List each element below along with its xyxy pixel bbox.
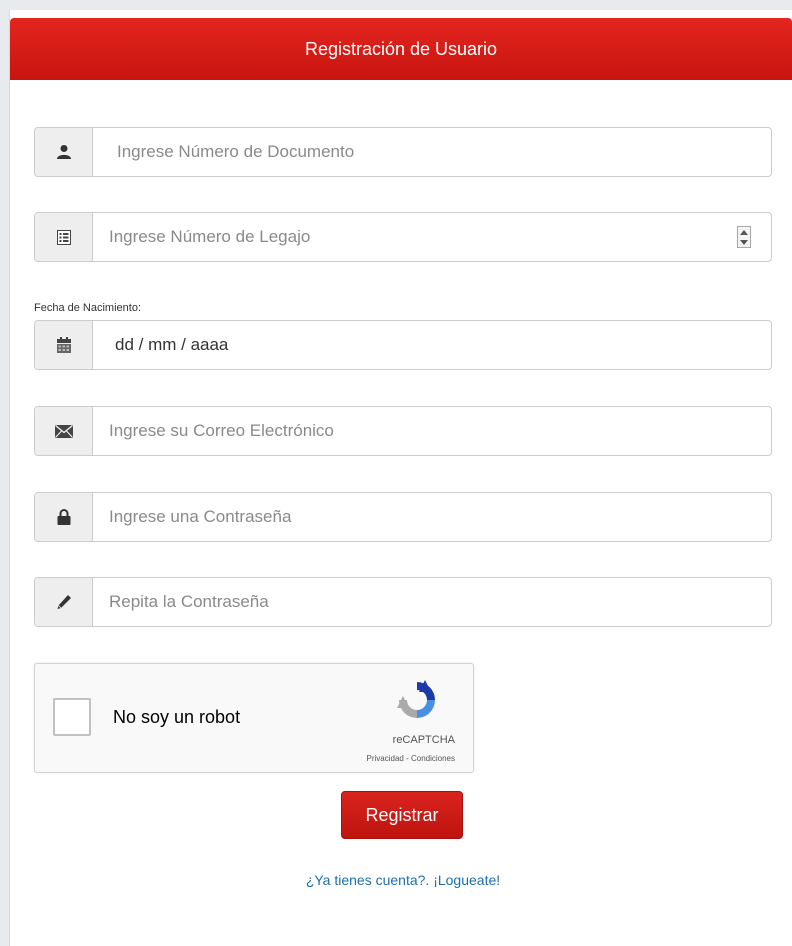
spinner-up-icon[interactable] bbox=[740, 229, 748, 235]
contrasena-field[interactable]: Ingrese una Contraseña bbox=[93, 493, 771, 541]
contrasena-addon bbox=[35, 493, 93, 541]
repetir-field[interactable]: Repita la Contraseña bbox=[93, 578, 771, 626]
contrasena-input-group: Ingrese una Contraseña bbox=[34, 492, 772, 542]
list-icon bbox=[56, 229, 71, 245]
login-link[interactable]: ¿Ya tienes cuenta?. ¡Logueate! bbox=[0, 872, 792, 888]
documento-addon bbox=[35, 128, 93, 176]
documento-input-group: Ingrese Número de Documento bbox=[34, 127, 772, 177]
correo-addon bbox=[35, 407, 93, 455]
fecha-input-group: dd / mm / aaaa bbox=[34, 320, 772, 370]
recaptcha-checkbox[interactable] bbox=[53, 698, 91, 736]
fecha-label: Fecha de Nacimiento: bbox=[34, 302, 141, 314]
recaptcha-label: No soy un robot bbox=[113, 707, 241, 727]
correo-input-group: Ingrese su Correo Electrónico bbox=[34, 406, 772, 456]
recaptcha-links[interactable]: Privacidad - Condiciones bbox=[367, 754, 456, 763]
correo-field[interactable]: Ingrese su Correo Electrónico bbox=[93, 407, 771, 455]
legajo-spinner[interactable] bbox=[737, 226, 751, 248]
envelope-icon bbox=[54, 424, 73, 438]
fecha-field[interactable]: dd / mm / aaaa bbox=[93, 321, 771, 369]
documento-field[interactable]: Ingrese Número de Documento bbox=[93, 128, 771, 176]
calendar-icon bbox=[56, 337, 71, 353]
legajo-input-group: Ingrese Número de Legajo bbox=[34, 212, 772, 262]
repetir-input-group: Repita la Contraseña bbox=[34, 577, 772, 627]
fecha-addon bbox=[35, 321, 93, 369]
legajo-addon bbox=[35, 213, 93, 261]
panel-header: Registración de Usuario bbox=[10, 18, 792, 80]
registrar-button[interactable]: Registrar bbox=[341, 791, 463, 839]
user-icon bbox=[56, 145, 71, 159]
lock-icon bbox=[57, 509, 70, 525]
spinner-down-icon[interactable] bbox=[740, 239, 748, 245]
page-title: Registración de Usuario bbox=[304, 38, 498, 59]
legajo-field[interactable]: Ingrese Número de Legajo bbox=[93, 213, 771, 261]
recaptcha-brand: reCAPTCHA bbox=[392, 734, 455, 746]
recaptcha-widget: No soy un robot reCAPTCHA Privacidad - C… bbox=[34, 663, 474, 773]
pencil-icon bbox=[57, 595, 71, 609]
repetir-addon bbox=[35, 578, 93, 626]
recaptcha-logo-icon bbox=[397, 680, 435, 718]
page-top-strip bbox=[0, 0, 792, 10]
